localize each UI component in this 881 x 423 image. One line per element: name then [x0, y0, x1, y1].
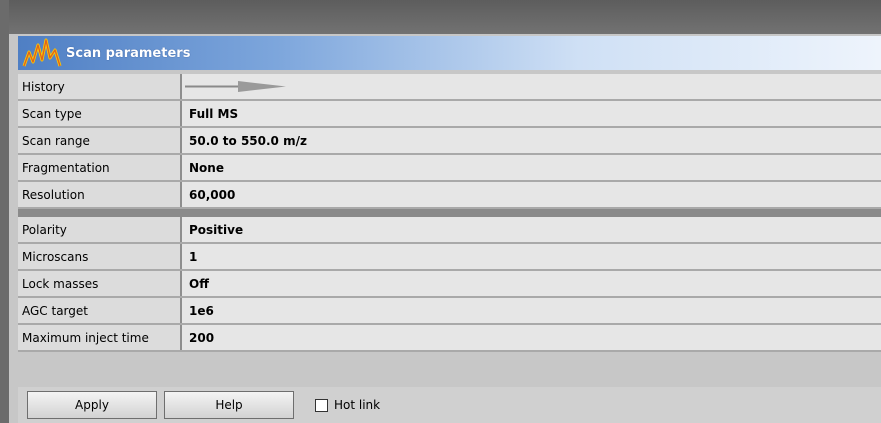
label-history: History [18, 74, 182, 99]
value-polarity[interactable]: Positive [182, 217, 881, 242]
value-lock-masses[interactable]: Off [182, 271, 881, 296]
row-resolution: Resolution 60,000 [18, 182, 881, 209]
label-microscans: Microscans [18, 244, 182, 269]
label-scan-range: Scan range [18, 128, 182, 153]
row-history: History [18, 74, 881, 101]
value-scan-range[interactable]: 50.0 to 550.0 m/z [182, 128, 881, 153]
top-strip [9, 0, 881, 34]
row-agc-target: AGC target 1e6 [18, 298, 881, 325]
row-fragmentation: Fragmentation None [18, 155, 881, 182]
row-max-inject-time: Maximum inject time 200 [18, 325, 881, 352]
row-microscans: Microscans 1 [18, 244, 881, 271]
label-lock-masses: Lock masses [18, 271, 182, 296]
row-polarity: Polarity Positive [18, 217, 881, 244]
row-scan-range: Scan range 50.0 to 550.0 m/z [18, 128, 881, 155]
row-scan-type: Scan type Full MS [18, 101, 881, 128]
titlebar: Scan parameters [18, 36, 881, 70]
parameter-grid: History Scan type Full MS Scan range 50.… [18, 74, 881, 352]
spectrum-logo-icon [22, 38, 62, 67]
history-arrow-icon[interactable] [182, 74, 302, 99]
label-fragmentation: Fragmentation [18, 155, 182, 180]
hot-link-label: Hot link [334, 398, 381, 412]
button-bar: Apply Help Hot link [18, 387, 881, 423]
value-max-inject-time[interactable]: 200 [182, 325, 881, 350]
label-max-inject-time: Maximum inject time [18, 325, 182, 350]
window-title: Scan parameters [66, 45, 191, 61]
label-scan-type: Scan type [18, 101, 182, 126]
history-navigator[interactable] [182, 74, 881, 99]
value-scan-type[interactable]: Full MS [182, 101, 881, 126]
value-agc-target[interactable]: 1e6 [182, 298, 881, 323]
value-resolution[interactable]: 60,000 [182, 182, 881, 207]
label-polarity: Polarity [18, 217, 182, 242]
value-microscans[interactable]: 1 [182, 244, 881, 269]
scan-parameters-panel: Scan parameters History Scan type Full M… [9, 0, 881, 423]
help-button[interactable]: Help [164, 391, 294, 419]
section-separator [18, 209, 881, 217]
hot-link-toggle[interactable]: Hot link [315, 398, 380, 412]
hot-link-checkbox[interactable] [315, 398, 328, 412]
apply-button[interactable]: Apply [27, 391, 157, 419]
row-lock-masses: Lock masses Off [18, 271, 881, 298]
label-resolution: Resolution [18, 182, 182, 207]
value-fragmentation[interactable]: None [182, 155, 881, 180]
label-agc-target: AGC target [18, 298, 182, 323]
